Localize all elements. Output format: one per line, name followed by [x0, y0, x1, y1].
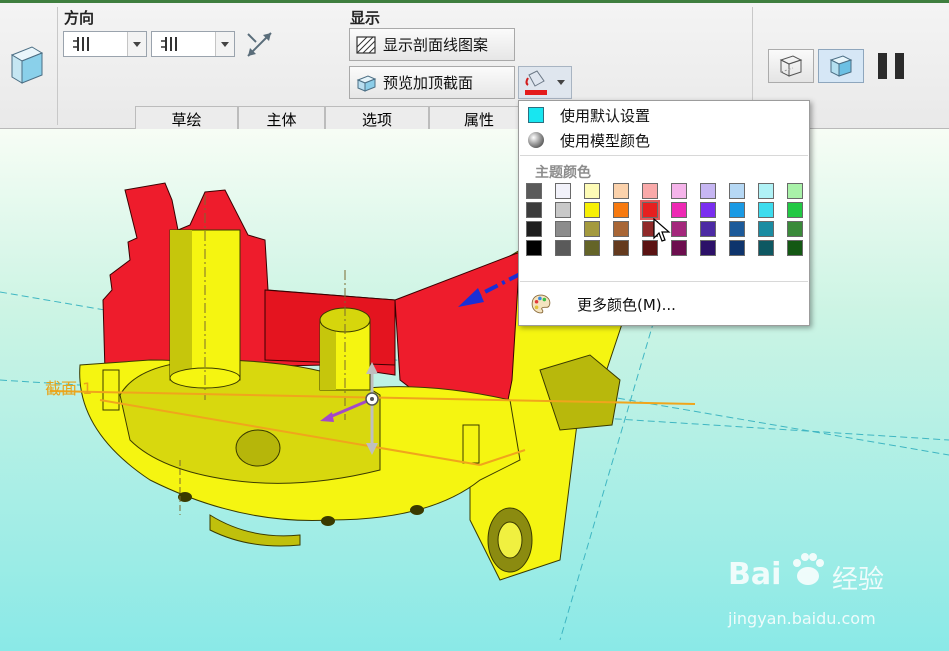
- chevron-down-icon[interactable]: [127, 32, 146, 56]
- section-plane-label[interactable]: 截面 1: [45, 375, 92, 399]
- menu-separator: [520, 281, 808, 282]
- view-clipped-button[interactable]: [768, 49, 814, 83]
- color-swatch[interactable]: [526, 240, 542, 256]
- direction-dropdown-1[interactable]: [63, 31, 147, 57]
- tab-options[interactable]: 选项: [325, 106, 429, 131]
- more-colors-label: 更多颜色(M)...: [577, 295, 676, 314]
- direction-group-label: 方向: [64, 9, 95, 27]
- show-hatch-button[interactable]: 显示剖面线图案: [349, 28, 515, 61]
- menu-item-model-color[interactable]: 使用模型颜色: [519, 128, 809, 152]
- mouse-cursor-icon: [653, 218, 671, 242]
- shaded-box-icon: [829, 55, 853, 77]
- color-swatch[interactable]: [700, 221, 716, 237]
- color-swatch[interactable]: [613, 240, 629, 256]
- color-swatch[interactable]: [758, 240, 774, 256]
- baidu-watermark: Bai 经验 jingyan.baidu.com: [728, 549, 898, 639]
- paw-logo-icon: [793, 553, 824, 585]
- preview-cap-label: 预览加顶截面: [383, 74, 474, 92]
- menu-item-default-settings[interactable]: 使用默认设置: [519, 103, 809, 127]
- color-swatch[interactable]: [613, 202, 629, 218]
- ribbon-separator: [57, 7, 58, 125]
- cap-section-icon: [356, 74, 377, 92]
- ribbon-tab-bar: 草绘 主体 选项 属性: [135, 106, 529, 131]
- color-swatch[interactable]: [642, 183, 658, 199]
- show-hatch-label: 显示剖面线图案: [383, 36, 489, 54]
- tab-properties[interactable]: 属性: [429, 106, 529, 131]
- chevron-down-icon[interactable]: [557, 80, 565, 85]
- planar-section-button[interactable]: [6, 43, 48, 87]
- watermark-url: jingyan.baidu.com: [728, 609, 876, 628]
- color-swatch[interactable]: [584, 221, 600, 237]
- menu-item-more-colors[interactable]: 更多颜色(M)...: [519, 291, 809, 317]
- diagonal-flip-icon: [247, 32, 272, 57]
- color-swatch[interactable]: [729, 183, 745, 199]
- flip-direction-icon: [73, 37, 89, 51]
- color-swatch[interactable]: [640, 200, 660, 220]
- color-swatch[interactable]: [787, 221, 803, 237]
- color-swatch[interactable]: [613, 221, 629, 237]
- color-swatch[interactable]: [700, 240, 716, 256]
- color-swatch[interactable]: [671, 183, 687, 199]
- preview-cap-button[interactable]: 预览加顶截面: [349, 66, 515, 99]
- color-swatch[interactable]: [584, 202, 600, 218]
- color-swatch[interactable]: [555, 183, 571, 199]
- theme-colors-heading: 主题颜色: [535, 165, 591, 181]
- cap-color-picker-button[interactable]: [518, 66, 572, 99]
- wireframe-box-icon: [779, 55, 803, 77]
- menu-separator: [520, 155, 808, 156]
- color-swatch[interactable]: [555, 240, 571, 256]
- color-swatch[interactable]: [613, 183, 629, 199]
- color-swatch[interactable]: [584, 183, 600, 199]
- watermark-brand-cn: 经验: [832, 565, 885, 595]
- direction-dropdown-2[interactable]: [151, 31, 235, 57]
- color-swatch[interactable]: [758, 202, 774, 218]
- default-settings-label: 使用默认设置: [560, 106, 651, 125]
- tab-body[interactable]: 主体: [238, 106, 325, 131]
- sphere-icon: [528, 132, 544, 148]
- model-color-label: 使用模型颜色: [560, 131, 651, 150]
- color-swatch[interactable]: [671, 202, 687, 218]
- color-swatch[interactable]: [700, 183, 716, 199]
- tab-sketch[interactable]: 草绘: [135, 106, 238, 131]
- color-swatch[interactable]: [555, 221, 571, 237]
- display-group-label: 显示: [350, 9, 381, 27]
- color-swatch[interactable]: [526, 183, 542, 199]
- view-cap-button[interactable]: [818, 49, 864, 83]
- flip-direction-icon: [161, 37, 177, 51]
- paint-bucket-icon: [525, 70, 547, 95]
- color-swatch[interactable]: [729, 240, 745, 256]
- pause-button[interactable]: [876, 52, 908, 80]
- cyan-square-icon: [528, 107, 544, 123]
- color-swatch[interactable]: [584, 240, 600, 256]
- planar-section-icon: [10, 46, 44, 84]
- palette-icon: [531, 294, 551, 314]
- color-swatch[interactable]: [729, 221, 745, 237]
- color-swatch[interactable]: [700, 202, 716, 218]
- color-swatch[interactable]: [555, 202, 571, 218]
- color-swatch[interactable]: [729, 202, 745, 218]
- color-swatch[interactable]: [787, 202, 803, 218]
- cap-color-menu: 使用默认设置 使用模型颜色 主题颜色 更多颜色(M)...: [518, 100, 810, 326]
- color-swatch[interactable]: [758, 183, 774, 199]
- watermark-brand: Bai: [728, 557, 782, 592]
- color-swatch[interactable]: [787, 183, 803, 199]
- color-swatch[interactable]: [758, 221, 774, 237]
- color-swatch[interactable]: [526, 221, 542, 237]
- color-swatch[interactable]: [787, 240, 803, 256]
- pause-icon: [878, 53, 904, 79]
- color-swatch[interactable]: [671, 221, 687, 237]
- chevron-down-icon[interactable]: [215, 32, 234, 56]
- hatch-pattern-icon: [356, 35, 376, 54]
- flip-arrow-button[interactable]: [244, 29, 276, 61]
- color-swatch[interactable]: [526, 202, 542, 218]
- color-swatch[interactable]: [671, 240, 687, 256]
